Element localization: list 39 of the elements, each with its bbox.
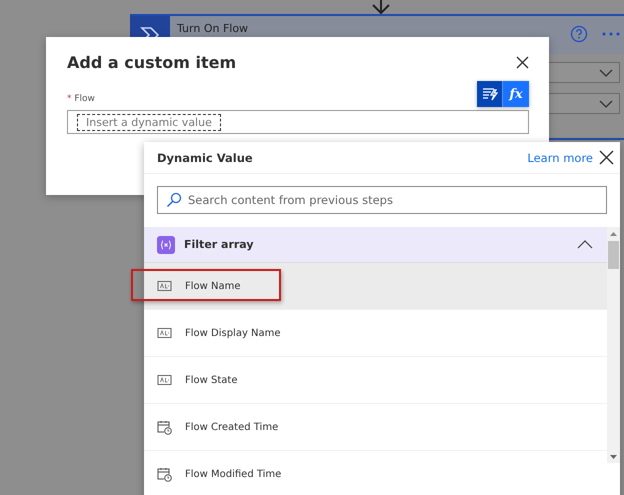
item-label: Flow Name xyxy=(185,280,241,292)
close-icon[interactable] xyxy=(599,150,614,165)
item-label: Flow Created Time xyxy=(185,422,278,432)
chevron-down-icon xyxy=(599,100,613,108)
calendar-clock-icon xyxy=(157,466,172,482)
text-field-icon xyxy=(157,375,172,385)
down-arrow-icon xyxy=(370,0,392,14)
item-label: Flow State xyxy=(185,374,238,386)
search-icon xyxy=(166,192,182,208)
section-header[interactable]: Filter array xyxy=(144,227,607,263)
calendar-clock-icon xyxy=(157,420,172,434)
dynamic-value-item[interactable]: Flow Created Time xyxy=(144,404,607,451)
input-field[interactable]: Insert a dynamic value xyxy=(67,110,529,134)
scroll-up-icon[interactable] xyxy=(610,232,617,236)
dialog-title: Add a custom item xyxy=(67,53,236,72)
section-title: Filter array xyxy=(184,238,255,251)
card-title: Turn On Flow xyxy=(177,22,250,35)
item-label: Flow Display Name xyxy=(185,328,281,338)
chevron-up-icon[interactable] xyxy=(577,240,593,249)
dynamic-content-button[interactable] xyxy=(477,81,503,107)
dynamic-value-item[interactable]: Flow Name xyxy=(144,263,607,310)
scrollbar-thumb[interactable] xyxy=(608,241,619,269)
text-field-icon xyxy=(157,328,172,338)
chevron-down-icon xyxy=(599,68,613,76)
scrollbar[interactable] xyxy=(607,227,620,463)
field-label: * Flow xyxy=(67,94,95,106)
item-label: Flow Modified Time xyxy=(185,468,282,480)
expression-button[interactable]: fx xyxy=(503,81,529,107)
variable-icon xyxy=(157,236,175,254)
close-icon[interactable] xyxy=(516,56,529,69)
text-field-icon xyxy=(157,281,172,291)
dynamic-content-icon xyxy=(482,87,498,101)
placeholder-token: Insert a dynamic value xyxy=(77,114,221,130)
dynamic-value-item[interactable]: Flow State xyxy=(144,357,607,404)
search-field[interactable]: Search content from previous steps xyxy=(157,186,607,214)
dynamic-value-item[interactable]: Flow Display Name xyxy=(144,310,607,357)
panel-title: Dynamic Value xyxy=(157,150,254,164)
scroll-down-icon[interactable] xyxy=(610,455,617,459)
learn-more-link[interactable]: Learn more xyxy=(527,150,593,164)
